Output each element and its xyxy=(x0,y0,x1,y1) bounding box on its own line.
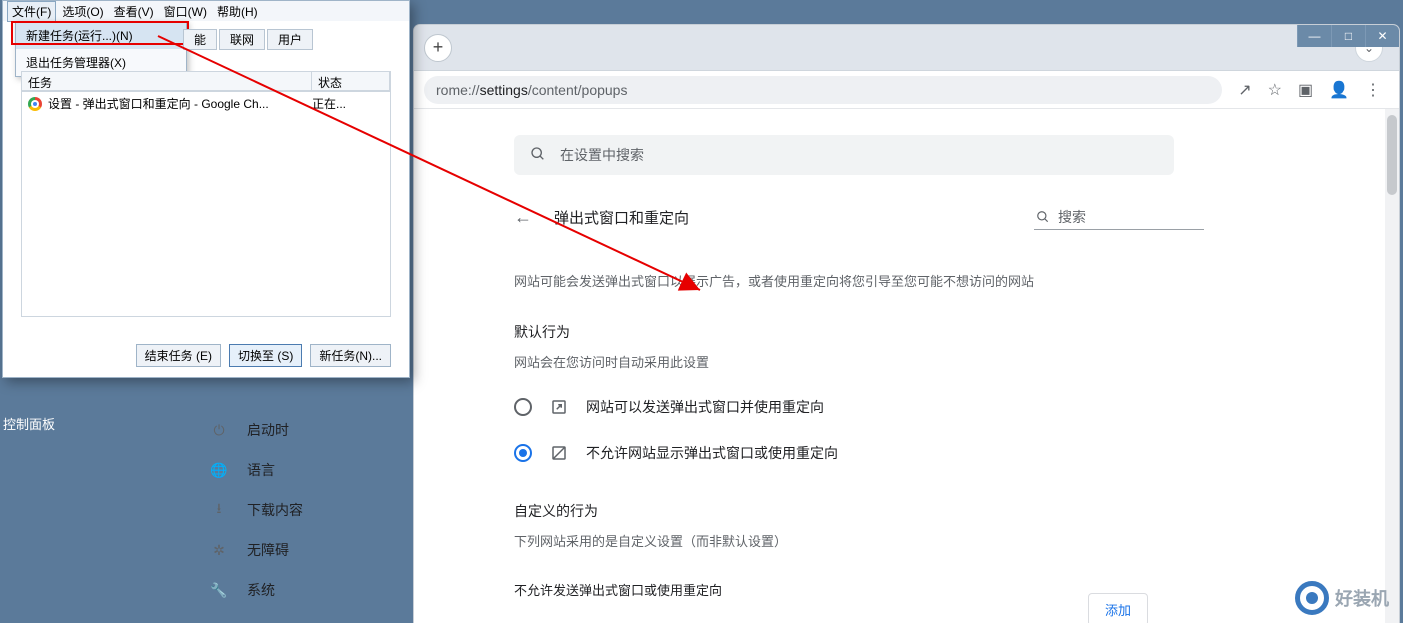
open-in-new-icon xyxy=(550,398,568,416)
end-task-button[interactable]: 结束任务 (E) xyxy=(136,344,221,367)
url-host: settings xyxy=(480,82,528,98)
share-icon[interactable]: ↗ xyxy=(1238,80,1251,100)
menu-item-new-task[interactable]: 新建任务(运行...)(N) xyxy=(16,22,186,49)
watermark-text: 好装机 xyxy=(1335,585,1389,611)
option-block-label: 不允许网站显示弹出式窗口或使用重定向 xyxy=(586,443,838,463)
tab-performance[interactable]: 能 xyxy=(183,29,217,50)
watermark-logo: 好装机 xyxy=(1295,581,1389,615)
power-icon: ⏻ xyxy=(209,422,229,439)
custom-sub: 下列网站采用的是自定义设置（而非默认设置） xyxy=(514,531,1204,550)
sidebar-label: 无障碍 xyxy=(247,540,289,560)
option-allow-row[interactable]: 网站可以发送弹出式窗口并使用重定向 xyxy=(514,397,1204,417)
add-button[interactable]: 添加 xyxy=(1088,593,1148,623)
back-arrow-icon[interactable]: ← xyxy=(514,207,532,228)
custom-title: 自定义的行为 xyxy=(514,501,1204,521)
window-controls: — □ ✕ xyxy=(1297,25,1399,47)
settings-search[interactable]: 在设置中搜索 xyxy=(514,135,1174,175)
profile-icon[interactable]: 👤 xyxy=(1329,80,1349,100)
task-manager-window: 文件(F) 选项(O) 查看(V) 窗口(W) 帮助(H) 新建任务(运行...… xyxy=(2,0,410,378)
settings-search-placeholder: 在设置中搜索 xyxy=(560,145,644,165)
default-behavior-title: 默认行为 xyxy=(514,322,1204,342)
chrome-icon xyxy=(28,97,42,111)
wrench-icon: 🔧 xyxy=(209,582,229,599)
task-manager-menubar: 文件(F) 选项(O) 查看(V) 窗口(W) 帮助(H) xyxy=(3,1,409,21)
sidebar-item-startup[interactable]: ⏻ 启动时 xyxy=(195,410,415,450)
sidebar-label: 启动时 xyxy=(247,420,289,440)
settings-content: 在设置中搜索 ← 弹出式窗口和重定向 搜索 网站可能会发送弹出式窗口以展示广告，… xyxy=(514,109,1204,623)
page-header: ← 弹出式窗口和重定向 搜索 xyxy=(514,199,1204,235)
default-behavior-sub: 网站会在您访问时自动采用此设置 xyxy=(514,352,1204,371)
settings-page: 在设置中搜索 ← 弹出式窗口和重定向 搜索 网站可能会发送弹出式窗口以展示广告，… xyxy=(414,109,1399,623)
menu-file[interactable]: 文件(F) xyxy=(7,1,56,22)
sidebar-label: 下载内容 xyxy=(247,500,303,520)
blocked-popup-icon xyxy=(550,444,568,462)
task-manager-tabs: 能 联网 用户 xyxy=(183,29,313,50)
task-manager-buttons: 结束任务 (E) 切换至 (S) 新任务(N)... xyxy=(3,344,409,367)
option-allow-label: 网站可以发送弹出式窗口并使用重定向 xyxy=(586,397,824,417)
menu-options[interactable]: 选项(O) xyxy=(58,2,107,21)
search-icon xyxy=(530,146,546,165)
sidebar-item-downloads[interactable]: ⭳ 下载内容 xyxy=(195,490,415,530)
task-name: 设置 - 弹出式窗口和重定向 - Google Ch... xyxy=(48,95,306,112)
address-bar[interactable]: rome://settings/content/popups xyxy=(424,76,1222,104)
sidebar-item-language[interactable]: 🌐 语言 xyxy=(195,450,415,490)
task-list[interactable]: 设置 - 弹出式窗口和重定向 - Google Ch... 正在... xyxy=(21,91,391,317)
tab-users[interactable]: 用户 xyxy=(267,29,313,50)
page-description: 网站可能会发送弹出式窗口以展示广告，或者使用重定向将您引导至您可能不想访问的网站 xyxy=(514,271,1204,290)
chrome-toolbar: rome://settings/content/popups ↗ ☆ ▣ 👤 ⋮ xyxy=(414,71,1399,109)
page-search-label: 搜索 xyxy=(1058,207,1086,227)
control-panel-label[interactable]: 控制面板 xyxy=(3,414,55,433)
toolbar-actions: ↗ ☆ ▣ 👤 ⋮ xyxy=(1238,80,1381,100)
maximize-button[interactable]: □ xyxy=(1331,25,1365,47)
page-search[interactable]: 搜索 xyxy=(1034,205,1204,230)
radio-block[interactable] xyxy=(514,444,532,462)
chrome-titlebar: + ⌄ — □ ✕ xyxy=(414,25,1399,71)
sidebar-label: 系统 xyxy=(247,580,275,600)
chrome-menu-icon[interactable]: ⋮ xyxy=(1365,80,1381,100)
file-menu-dropdown: 新建任务(运行...)(N) 退出任务管理器(X) xyxy=(15,21,187,77)
minimize-button[interactable]: — xyxy=(1297,25,1331,47)
menu-view[interactable]: 查看(V) xyxy=(110,2,158,21)
sidebar-item-system[interactable]: 🔧 系统 xyxy=(195,570,415,610)
switch-to-button[interactable]: 切换至 (S) xyxy=(229,344,302,367)
task-status: 正在... xyxy=(312,95,384,112)
scrollbar[interactable] xyxy=(1385,109,1399,623)
custom-behavior-block: 自定义的行为 下列网站采用的是自定义设置（而非默认设置） 不允许发送弹出式窗口或… xyxy=(514,501,1204,623)
tab-network[interactable]: 联网 xyxy=(219,29,265,50)
menu-window[interactable]: 窗口(W) xyxy=(160,2,211,21)
scroll-thumb[interactable] xyxy=(1387,115,1397,195)
accessibility-icon: ✲ xyxy=(209,542,229,559)
menu-help[interactable]: 帮助(H) xyxy=(213,2,262,21)
task-row[interactable]: 设置 - 弹出式窗口和重定向 - Google Ch... 正在... xyxy=(22,92,390,115)
close-button[interactable]: ✕ xyxy=(1365,25,1399,47)
download-icon: ⭳ xyxy=(209,498,229,522)
bookmark-star-icon[interactable]: ☆ xyxy=(1268,80,1282,100)
task-list-header: 任务 状态 xyxy=(21,71,391,91)
option-block-row[interactable]: 不允许网站显示弹出式窗口或使用重定向 xyxy=(514,443,1204,463)
settings-sidebar: ⏻ 启动时 🌐 语言 ⭳ 下载内容 ✲ 无障碍 🔧 系统 xyxy=(195,410,415,610)
url-suffix: /content/popups xyxy=(528,82,628,98)
new-tab-button[interactable]: + xyxy=(424,34,452,62)
page-title: 弹出式窗口和重定向 xyxy=(554,207,689,228)
url-prefix: rome:// xyxy=(436,82,480,98)
new-task-button[interactable]: 新任务(N)... xyxy=(310,344,391,367)
radio-allow[interactable] xyxy=(514,398,532,416)
globe-icon: 🌐 xyxy=(209,462,229,479)
col-status[interactable]: 状态 xyxy=(312,72,390,90)
sidebar-item-accessibility[interactable]: ✲ 无障碍 xyxy=(195,530,415,570)
eye-icon xyxy=(1295,581,1329,615)
chrome-window: + ⌄ — □ ✕ rome://settings/content/popups… xyxy=(414,25,1399,623)
side-panel-icon[interactable]: ▣ xyxy=(1298,80,1313,100)
col-task[interactable]: 任务 xyxy=(22,72,312,90)
sidebar-label: 语言 xyxy=(247,460,275,480)
